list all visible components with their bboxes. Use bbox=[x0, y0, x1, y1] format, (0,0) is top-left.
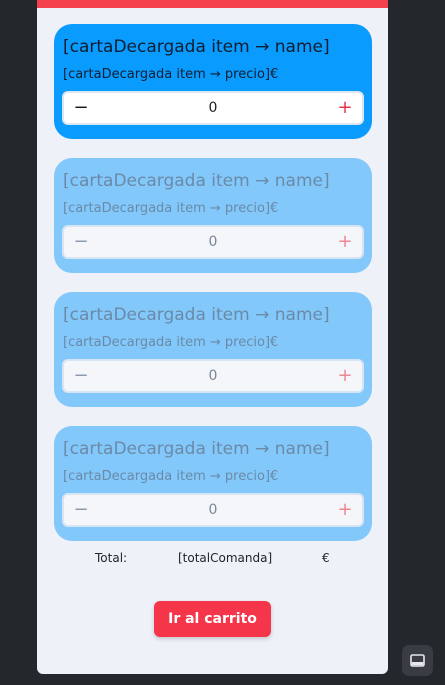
app-frame: [cartaDecargada item → name] [cartaDecar… bbox=[37, 0, 388, 674]
increment-button[interactable]: + bbox=[330, 495, 360, 525]
product-card: [cartaDecargada item → name] [cartaDecar… bbox=[54, 158, 372, 273]
product-price: [cartaDecargada item → precio]€ bbox=[63, 67, 279, 82]
product-price: [cartaDecargada item → precio]€ bbox=[63, 201, 279, 216]
decrement-button[interactable]: − bbox=[66, 227, 96, 257]
total-label: Total: bbox=[95, 551, 128, 565]
increment-button[interactable]: + bbox=[330, 93, 360, 123]
product-card: [cartaDecargada item → name] [cartaDecar… bbox=[54, 24, 372, 139]
increment-button[interactable]: + bbox=[330, 361, 360, 391]
total-row: Total: [totalComanda] € bbox=[37, 551, 388, 569]
quantity-value: 0 bbox=[208, 100, 218, 116]
product-card: [cartaDecargada item → name] [cartaDecar… bbox=[54, 292, 372, 407]
total-value: [totalComanda] bbox=[178, 551, 273, 565]
product-name: [cartaDecargada item → name] bbox=[63, 439, 330, 459]
quantity-value: 0 bbox=[208, 502, 218, 518]
quantity-stepper: − 0 + bbox=[62, 91, 364, 125]
quantity-value: 0 bbox=[208, 368, 218, 384]
decrement-button[interactable]: − bbox=[66, 361, 96, 391]
product-price: [cartaDecargada item → precio]€ bbox=[63, 469, 279, 484]
decrement-button[interactable]: − bbox=[66, 495, 96, 525]
product-name: [cartaDecargada item → name] bbox=[63, 305, 330, 325]
panel-bottom-icon bbox=[410, 654, 425, 667]
quantity-stepper: − 0 + bbox=[62, 493, 364, 527]
product-card: [cartaDecargada item → name] [cartaDecar… bbox=[54, 426, 372, 541]
decrement-button[interactable]: − bbox=[66, 93, 96, 123]
increment-button[interactable]: + bbox=[330, 227, 360, 257]
product-name: [cartaDecargada item → name] bbox=[63, 37, 330, 57]
go-to-cart-button[interactable]: Ir al carrito bbox=[154, 601, 271, 637]
product-name: [cartaDecargada item → name] bbox=[63, 171, 330, 191]
quantity-value: 0 bbox=[208, 234, 218, 250]
total-currency: € bbox=[322, 551, 330, 565]
panel-toggle-button[interactable] bbox=[402, 645, 433, 676]
quantity-stepper: − 0 + bbox=[62, 359, 364, 393]
product-price: [cartaDecargada item → precio]€ bbox=[63, 335, 279, 350]
quantity-stepper: − 0 + bbox=[62, 225, 364, 259]
top-bar bbox=[37, 0, 388, 8]
